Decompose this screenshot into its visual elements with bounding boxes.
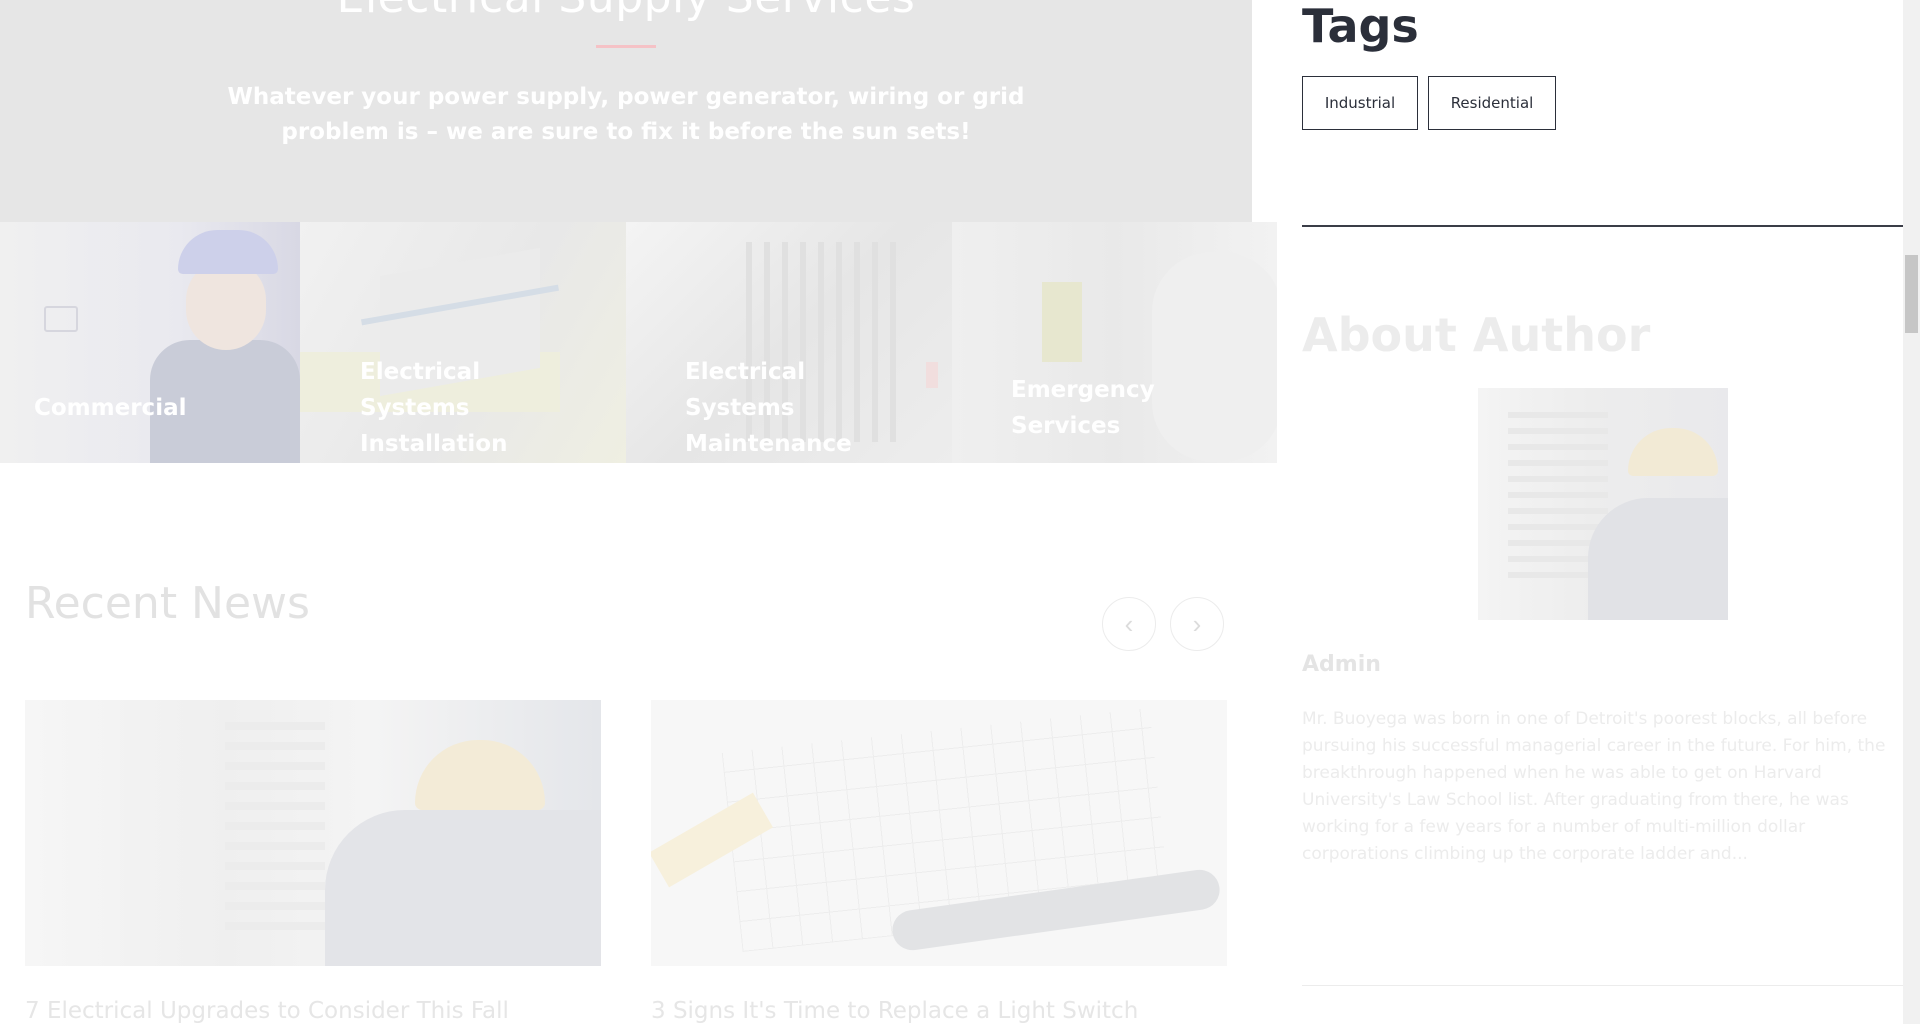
worker-body (325, 810, 601, 966)
recent-news-heading: Recent News (25, 578, 310, 629)
service-tile-maintenance[interactable]: Electrical Systems Maintenance (626, 222, 952, 463)
news-prev-button[interactable]: ‹ (1102, 597, 1156, 651)
service-tile-emergency[interactable]: Emergency Services (952, 222, 1277, 463)
divider (1302, 225, 1903, 227)
service-label: Emergency Services (1011, 377, 1155, 439)
service-label: Commercial (34, 395, 187, 421)
service-label: Electrical Systems Installation (360, 359, 508, 457)
helmet-shape (1628, 428, 1718, 476)
panel-lines (225, 710, 325, 930)
services-strip: Commercial Electrical Systems Installati… (0, 222, 1277, 463)
worker-body (1588, 498, 1728, 620)
tags-heading: Tags (1302, 0, 1419, 53)
electrician-cap (178, 230, 278, 274)
tile-detail (1042, 282, 1082, 362)
author-avatar (1478, 388, 1728, 620)
news-card[interactable]: 3 Signs It's Time to Replace a Light Swi… (651, 700, 1227, 1024)
news-title-link[interactable]: 3 Signs It's Time to Replace a Light Swi… (651, 998, 1138, 1024)
page-scrollbar[interactable] (1903, 0, 1920, 1024)
service-label: Electrical Systems Maintenance (685, 359, 852, 457)
hero-section: Electrical Supply Services Whatever your… (0, 0, 1252, 222)
tag-residential[interactable]: Residential (1428, 76, 1556, 130)
hero-title: Electrical Supply Services (0, 0, 1252, 23)
scrollbar-thumb[interactable] (1905, 255, 1918, 333)
author-name: Admin (1302, 652, 1381, 677)
about-author-heading: About Author (1302, 308, 1651, 362)
news-next-button[interactable]: › (1170, 597, 1224, 651)
news-title-link[interactable]: 7 Electrical Upgrades to Consider This F… (25, 998, 509, 1024)
author-bio: Mr. Buoyega was born in one of Detroit's… (1302, 709, 1886, 864)
tile-detail (926, 362, 938, 388)
divider (1302, 985, 1903, 986)
hero-divider (596, 45, 656, 48)
service-tile-commercial[interactable]: Commercial (0, 222, 300, 463)
news-image[interactable] (25, 700, 601, 966)
service-tile-installation[interactable]: Electrical Systems Installation (300, 222, 626, 463)
chevron-right-icon: › (1192, 608, 1202, 639)
tag-industrial[interactable]: Industrial (1302, 76, 1418, 130)
news-image[interactable] (651, 700, 1227, 966)
hero-description: Whatever your power supply, power genera… (227, 84, 1025, 145)
news-card[interactable]: 7 Electrical Upgrades to Consider This F… (25, 700, 601, 1024)
helmet-shape (415, 740, 545, 810)
chevron-left-icon: ‹ (1124, 608, 1134, 639)
wall-panel-image (44, 306, 78, 332)
